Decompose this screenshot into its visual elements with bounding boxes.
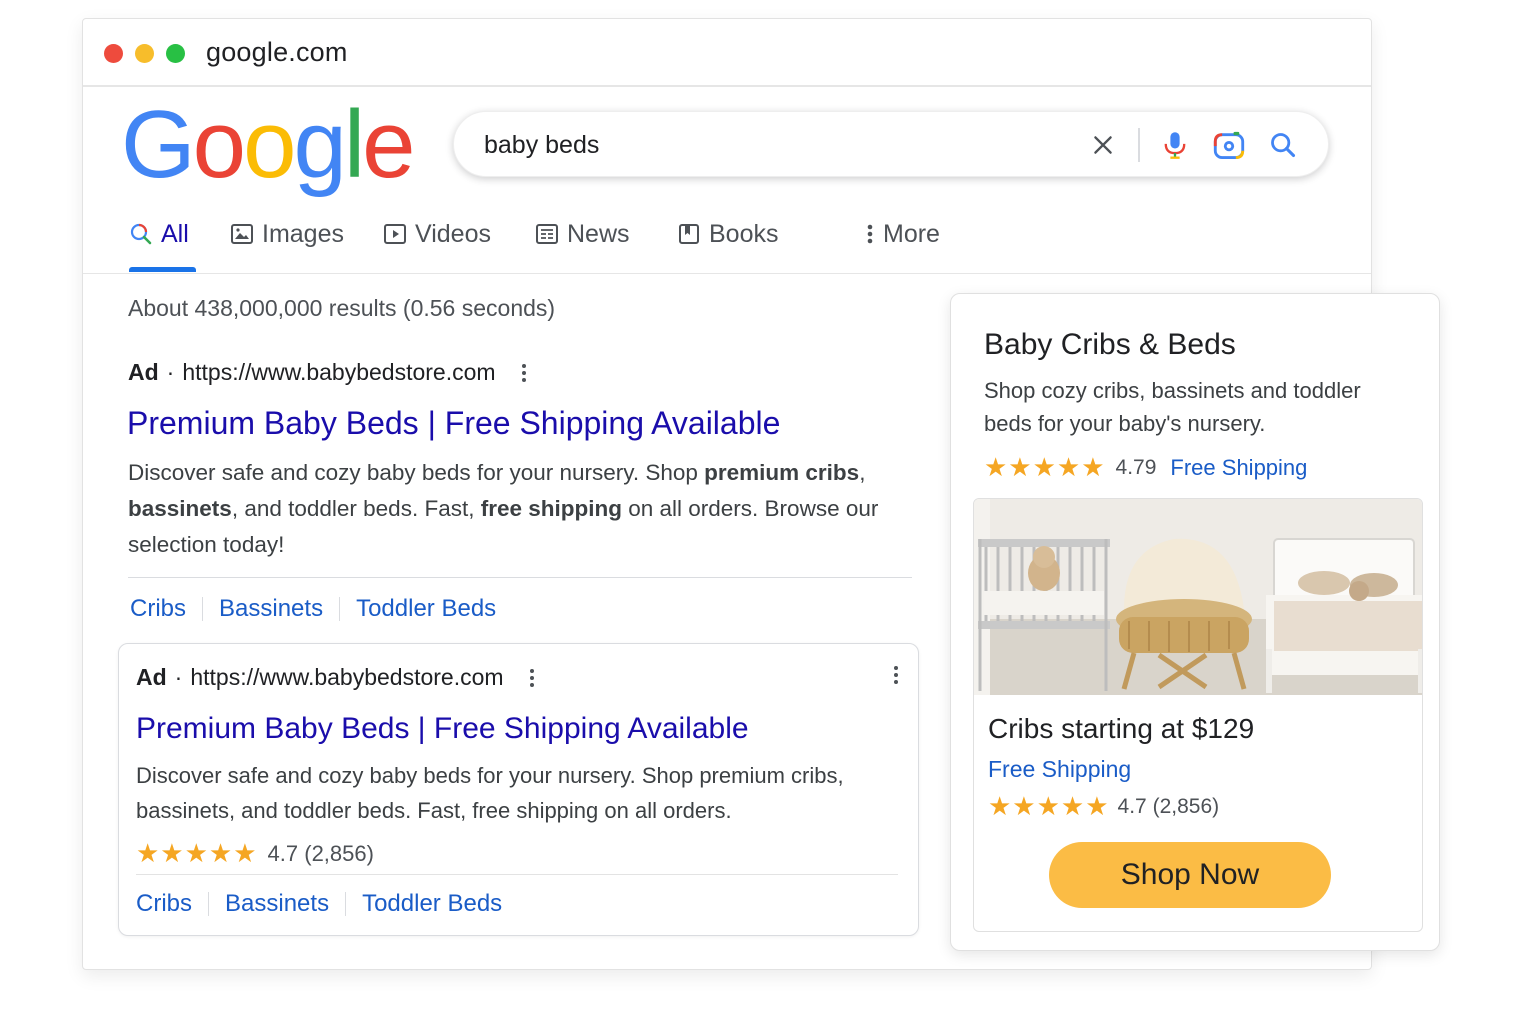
nursery-product-image[interactable]: [974, 499, 1423, 695]
tab-label: Videos: [415, 219, 491, 248]
ad-label: Ad: [128, 359, 159, 385]
ad-label: Ad: [136, 664, 167, 690]
logo-letter: o: [243, 91, 296, 198]
tab-books[interactable]: Books: [677, 219, 778, 249]
tab-videos[interactable]: Videos: [383, 219, 491, 249]
search-icon: [130, 223, 152, 245]
sitelink-bassinets[interactable]: Bassinets: [219, 595, 323, 623]
microphone-icon[interactable]: [1158, 128, 1192, 162]
ad-url[interactable]: https://www.babybedstore.com: [182, 359, 495, 386]
divider: [128, 577, 912, 578]
ad-url[interactable]: https://www.babybedstore.com: [190, 664, 503, 691]
ad-header: Ad · https://www.babybedstore.com: [136, 664, 534, 691]
free-shipping-label: Free Shipping: [988, 756, 1132, 782]
panel-description: Shop cozy cribs, bassinets and toddler b…: [984, 378, 1361, 436]
sitelink-toddler-beds[interactable]: Toddler Beds: [356, 595, 496, 623]
tab-label: News: [567, 219, 630, 248]
maximize-window-button[interactable]: [166, 44, 185, 63]
free-shipping-link[interactable]: Free Shipping: [1170, 455, 1307, 481]
minimize-window-button[interactable]: [135, 44, 154, 63]
star-rating-icon: ★★★★★: [984, 452, 1106, 482]
product-rating: ★★★★★ 4.7 (2,856): [988, 791, 1219, 822]
tab-label: Images: [262, 219, 344, 248]
rating-text: 4.7 (2,856): [1117, 794, 1220, 818]
panel-title: Baby Cribs & Beds: [984, 328, 1236, 361]
sitelink-toddler-beds[interactable]: Toddler Beds: [362, 890, 502, 918]
tab-label: All: [161, 219, 189, 248]
video-icon: [384, 224, 406, 244]
tab-more[interactable]: More: [865, 219, 940, 249]
sitelink-divider: [208, 892, 210, 916]
tab-images[interactable]: Images: [230, 219, 344, 249]
panel-rating: ★★★★★ 4.79 Free Shipping: [984, 452, 1307, 483]
logo-letter: e: [362, 91, 415, 198]
ad-description: Discover safe and cozy baby beds for you…: [136, 763, 844, 823]
separator-dot: ·: [174, 664, 183, 690]
tab-label: More: [883, 219, 940, 248]
address-bar-url[interactable]: google.com: [206, 37, 348, 68]
rating-text: 4.7 (2,856): [267, 840, 374, 866]
sitelink-divider: [345, 892, 347, 916]
product-title[interactable]: Cribs starting at $129: [988, 713, 1254, 745]
logo-letter: o: [192, 91, 246, 198]
sitelink-divider: [339, 597, 341, 621]
google-logo[interactable]: Google: [121, 91, 416, 198]
close-icon[interactable]: [1086, 128, 1120, 162]
logo-letter: G: [121, 91, 196, 198]
close-window-button[interactable]: [104, 44, 123, 63]
ad-description: Discover safe and cozy baby beds for you…: [128, 460, 879, 557]
separator-dot: ·: [166, 359, 175, 385]
shopping-panel: Baby Cribs & Beds Shop cozy cribs, bassi…: [950, 293, 1440, 951]
browser-titlebar: google.com: [83, 19, 1371, 87]
tabs-divider: [83, 273, 1371, 274]
tab-all[interactable]: All: [129, 219, 189, 249]
tab-label: Books: [709, 219, 779, 248]
card-menu-icon[interactable]: [894, 666, 898, 684]
ad-rating: ★★★★★ 4.7 (2,856): [136, 838, 374, 869]
ad-title-link[interactable]: Premium Baby Beds | Free Shipping Availa…: [136, 712, 749, 746]
tab-news[interactable]: News: [535, 219, 630, 249]
star-rating-icon: ★★★★★: [136, 838, 258, 868]
ad-header: Ad · https://www.babybedstore.com: [128, 359, 526, 386]
search-icon[interactable]: [1266, 128, 1300, 162]
more-options-icon[interactable]: [529, 668, 534, 687]
image-icon: [231, 224, 253, 244]
ad-sitelinks: Cribs Bassinets Toddler Beds: [130, 595, 496, 623]
lens-camera-icon[interactable]: [1212, 128, 1246, 162]
logo-letter: g: [293, 91, 346, 198]
news-icon: [536, 224, 558, 244]
ad-sitelinks: Cribs Bassinets Toddler Beds: [136, 890, 502, 918]
sitelink-bassinets[interactable]: Bassinets: [225, 890, 329, 918]
sitelink-cribs[interactable]: Cribs: [130, 595, 186, 623]
star-rating-icon: ★★★★★: [988, 791, 1110, 821]
more-vertical-icon: [867, 224, 873, 244]
shop-now-button[interactable]: Shop Now: [1049, 842, 1331, 908]
divider: [136, 874, 898, 875]
search-box[interactable]: [453, 111, 1329, 177]
product-card[interactable]: Cribs starting at $129 Free Shipping ★★★…: [973, 498, 1423, 932]
sitelink-cribs[interactable]: Cribs: [136, 890, 192, 918]
ad-title-link[interactable]: Premium Baby Beds | Free Shipping Availa…: [127, 405, 780, 442]
ad-card: Ad · https://www.babybedstore.com Premiu…: [118, 643, 919, 936]
more-options-icon[interactable]: [521, 363, 526, 382]
sitelink-divider: [202, 597, 204, 621]
result-stats: About 438,000,000 results (0.56 seconds): [128, 295, 556, 321]
search-divider: [1138, 128, 1140, 162]
rating-value: 4.79: [1115, 455, 1157, 479]
active-tab-indicator: [129, 267, 196, 272]
book-icon: [679, 224, 699, 244]
search-input[interactable]: [484, 126, 1044, 164]
logo-letter: l: [343, 91, 365, 198]
